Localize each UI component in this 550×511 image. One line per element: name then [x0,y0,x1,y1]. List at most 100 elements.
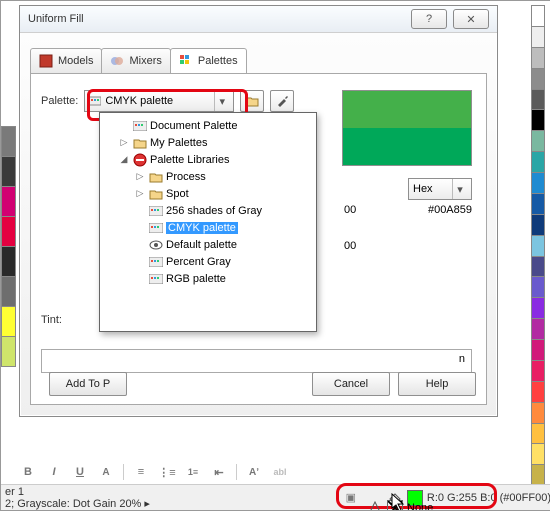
cancel-button[interactable]: Cancel [312,372,390,396]
folder-icon [133,136,147,150]
color-swatch[interactable] [1,246,16,277]
folder-icon [149,170,163,184]
color-swatch[interactable] [531,214,545,236]
indent-button[interactable]: ⇤ [210,463,228,481]
tree-item-label: Palette Libraries [150,154,230,166]
tab-palettes-label: Palettes [198,55,238,67]
underline-button[interactable]: U [71,463,89,481]
color-swatch[interactable] [1,336,16,367]
help-button[interactable]: Help [398,372,476,396]
eye-icon [149,238,163,252]
open-palette-button[interactable] [240,90,264,112]
color-swatch[interactable] [531,360,545,382]
screen-icon[interactable]: ▣ [343,491,359,505]
color-swatch[interactable] [531,318,545,340]
color-swatch[interactable] [531,297,545,319]
all-caps-button[interactable]: A [97,463,115,481]
color-swatch[interactable] [531,47,545,69]
tree-item-label: My Palettes [150,137,207,149]
outline-none-swatch[interactable] [387,500,403,511]
tree-item[interactable]: Default palette [102,236,314,253]
align-button[interactable]: ≡ [132,463,150,481]
close-title-button[interactable]: ✕ [453,9,489,29]
mixers-icon [110,54,124,68]
no-entry-icon [133,153,147,167]
italic-button[interactable]: I [45,463,63,481]
color-swatch[interactable] [1,126,16,157]
outline-text: None [407,502,433,511]
palette-icon [89,95,101,107]
color-swatch[interactable] [531,464,545,486]
chevron-down-icon: ▾ [452,179,467,199]
color-swatch[interactable] [531,423,545,445]
tree-item[interactable]: CMYK palette [102,219,314,236]
color-swatch[interactable] [1,156,16,187]
tab-palettes[interactable]: Palettes [170,48,247,73]
color-swatch[interactable] [1,216,16,247]
tint-label: Tint: [41,314,62,326]
models-icon [39,54,53,68]
color-swatch[interactable] [531,381,545,403]
tree-item[interactable]: 256 shades of Gray [102,202,314,219]
tree-item[interactable]: RGB palette [102,270,314,287]
color-swatch[interactable] [531,235,545,257]
color-swatch[interactable] [1,306,16,337]
hex-mode-dropdown[interactable]: Hex ▾ [408,178,472,200]
tab-mixers-label: Mixers [129,55,161,67]
text-fit-button[interactable]: Aʼ [245,463,263,481]
layer-indicator[interactable]: er 1 [5,486,150,498]
color-swatch[interactable] [531,443,545,465]
color-swatch[interactable] [531,256,545,278]
color-swatch[interactable] [531,68,545,90]
eyedropper-button[interactable] [270,90,294,112]
color-swatch[interactable] [531,339,545,361]
color-profile-indicator[interactable]: 2; Grayscale: Dot Gain 20% ▸ [5,498,150,510]
tree-item[interactable]: ◢ Palette Libraries [102,151,314,168]
color-swatch[interactable] [1,276,16,307]
palette-icon [133,119,147,133]
color-swatch[interactable] [531,109,545,131]
tree-twisty[interactable]: ▷ [134,188,146,199]
color-swatch[interactable] [531,130,545,152]
pen-outline-icon[interactable] [367,501,383,511]
color-swatch[interactable] [531,276,545,298]
folder-icon [149,187,163,201]
dialog-titlebar[interactable]: Uniform Fill ? ✕ [20,6,497,33]
color-swatch[interactable] [531,151,545,173]
color-swatch[interactable] [1,186,16,217]
tree-twisty[interactable]: ▷ [118,137,130,148]
tree-twisty[interactable]: ◢ [118,154,130,165]
tree-twisty[interactable]: ▷ [134,171,146,182]
palette-icon [149,272,163,286]
bulleted-list-button[interactable]: ⋮≡ [158,463,176,481]
color-swatch[interactable] [531,193,545,215]
color-swatch[interactable] [531,172,545,194]
bold-button[interactable]: B [19,463,37,481]
tab-mixers[interactable]: Mixers [101,48,170,73]
status-bar: er 1 2; Grayscale: Dot Gain 20% ▸ ▣ R:0 … [1,484,550,510]
hex-mode-label: Hex [413,183,452,195]
numbered-list-button[interactable]: 1≡ [184,463,202,481]
tree-item[interactable]: ▷ My Palettes [102,134,314,151]
abl-button[interactable]: abl [271,463,289,481]
palette-tree-popup[interactable]: Document Palette ▷ My Palettes ◢ Palette Lib… [99,112,317,332]
tree-item[interactable]: ▷Spot [102,185,314,202]
tree-item[interactable]: Document Palette [102,117,314,134]
color-swatch[interactable] [531,402,545,424]
preview-new-color [343,128,471,165]
color-swatch[interactable] [531,89,545,111]
add-to-palette-button[interactable]: Add To P [49,372,127,396]
tree-item[interactable]: ▷Process [102,168,314,185]
color-preview [342,90,472,166]
color-name-field[interactable]: n [41,349,472,373]
hex-row2-partial: 00 [344,240,356,252]
right-color-strip[interactable] [531,5,545,485]
tab-models[interactable]: Models [30,48,102,73]
color-swatch[interactable] [531,26,545,48]
tree-item[interactable]: Percent Gray [102,253,314,270]
color-swatch[interactable] [531,5,545,27]
left-color-strip[interactable] [1,126,16,366]
help-title-button[interactable]: ? [411,9,447,29]
palette-dropdown[interactable]: CMYK palette ▾ [84,90,234,112]
tree-item-label: CMYK palette [166,222,238,234]
